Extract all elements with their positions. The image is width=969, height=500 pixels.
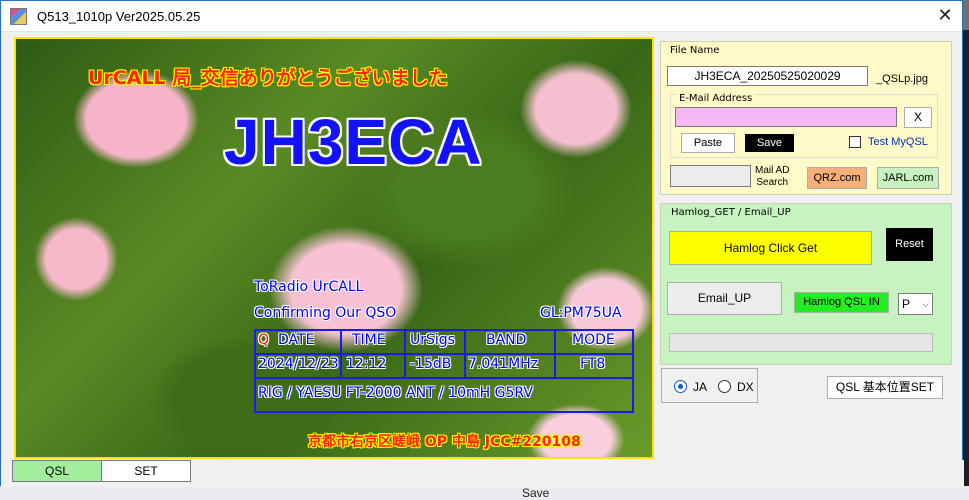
clear-email-button[interactable]: X (904, 107, 932, 128)
hamlog-click-get-button[interactable]: Hamlog Click Get (669, 231, 872, 265)
mode-header: MODE (572, 332, 615, 348)
address-text: 京都市右京区嵯峨 OP 中島 JCC#220108 (308, 434, 581, 450)
file-name-legend: File Name (670, 45, 720, 56)
paste-button[interactable]: Paste (681, 133, 735, 153)
callsign-text: JH3ECA (224, 106, 483, 178)
mail-ad-search-input[interactable] (670, 165, 751, 187)
email-group: E-Mail Address X Paste Save Test MyQSL (670, 93, 938, 158)
close-button[interactable]: ✕ (927, 1, 963, 31)
save-button[interactable]: Save (745, 134, 794, 152)
table-line (254, 353, 634, 355)
q-header: Q (258, 332, 270, 348)
table-line (254, 411, 634, 413)
table-line (554, 329, 556, 379)
table-line (632, 329, 634, 379)
qsl-card-preview: UrCALL 局_交信ありがとうございました JH3ECA ToRadio Ur… (14, 37, 654, 459)
ja-label[interactable]: JA (693, 380, 707, 394)
qrz-button[interactable]: QRZ.com (807, 167, 867, 189)
dx-radio[interactable] (718, 380, 731, 393)
greeting-text: UrCALL 局_交信ありがとうございました (88, 67, 448, 89)
window-title: Q513_1010p Ver2025.05.25 (37, 9, 201, 24)
band-header: BAND (486, 332, 527, 348)
file-name-panel: File Name JH3ECA_20250525020029 _QSLp.jp… (660, 41, 952, 195)
file-name-input[interactable]: JH3ECA_20250525020029 (667, 66, 868, 86)
to-radio-text: ToRadio UrCALL (254, 279, 364, 295)
title-bar[interactable]: Q513_1010p Ver2025.05.25 ✕ (1, 1, 962, 32)
tab-bar: QSL SET (1, 460, 964, 487)
hamlog-legend: Hamlog_GET / Email_UP (671, 207, 791, 218)
background-window-bottom (0, 486, 969, 500)
time-value: 12:12 (346, 356, 387, 372)
ursigs-value: -15dB (410, 356, 452, 372)
table-line (254, 377, 634, 379)
test-myqsl-checkbox[interactable] (849, 136, 861, 148)
tab-qsl[interactable]: QSL (12, 460, 102, 482)
hamlog-qsl-in-button[interactable]: Hamlog QSL IN (794, 292, 889, 313)
page-select[interactable]: P ⌵ (898, 293, 933, 315)
table-line (254, 377, 256, 413)
dx-label[interactable]: DX (737, 380, 754, 394)
page-select-value: P (902, 297, 911, 311)
date-header: DATE (278, 332, 315, 348)
app-window: Q513_1010p Ver2025.05.25 ✕ UrCALL 局_交信あり… (0, 0, 964, 487)
qso-table: Q DATE TIME UrSigs BAND MODE 2024/12/23 … (254, 329, 634, 413)
mail-ad-search-label: Mail AD Search (755, 165, 790, 188)
table-line (340, 329, 342, 379)
rig-ant-text: RIG / YAESU FT-2000 ANT / 10mH G5RV (258, 385, 533, 401)
hamlog-panel: Hamlog_GET / Email_UP Hamlog Click Get R… (660, 203, 952, 365)
app-icon (10, 8, 27, 25)
tab-set[interactable]: SET (101, 460, 191, 482)
ja-radio[interactable] (674, 380, 687, 393)
qsl-basic-position-set-button[interactable]: QSL 基本位置SET (827, 376, 943, 399)
email-input[interactable] (675, 107, 897, 127)
email-legend: E-Mail Address (677, 93, 755, 104)
date-value: 2024/12/23 (258, 356, 339, 372)
confirming-text: Confirming Our QSO (254, 305, 397, 321)
table-line (254, 329, 634, 331)
table-line (632, 377, 634, 413)
table-line (404, 329, 406, 379)
ursigs-header: UrSigs (410, 332, 455, 348)
jarl-button[interactable]: JARL.com (877, 167, 939, 189)
band-value: 7.041MHz (468, 356, 539, 372)
mode-value: FT8 (580, 356, 606, 372)
chevron-down-icon: ⌵ (922, 299, 929, 309)
email-up-button[interactable]: Email_UP (667, 282, 782, 315)
table-line (464, 329, 466, 379)
region-group: JA DX (661, 368, 758, 403)
table-line (254, 329, 256, 379)
time-header: TIME (352, 332, 386, 348)
grid-locator-text: GL:PM75UA (540, 305, 622, 321)
background-save-text: Save (522, 486, 550, 500)
file-suffix-label: _QSLp.jpg (876, 73, 928, 85)
progress-bar (669, 333, 933, 352)
reset-button[interactable]: Reset (886, 228, 933, 261)
client-area: UrCALL 局_交信ありがとうございました JH3ECA ToRadio Ur… (9, 33, 957, 481)
test-myqsl-label[interactable]: Test MyQSL (868, 136, 928, 148)
